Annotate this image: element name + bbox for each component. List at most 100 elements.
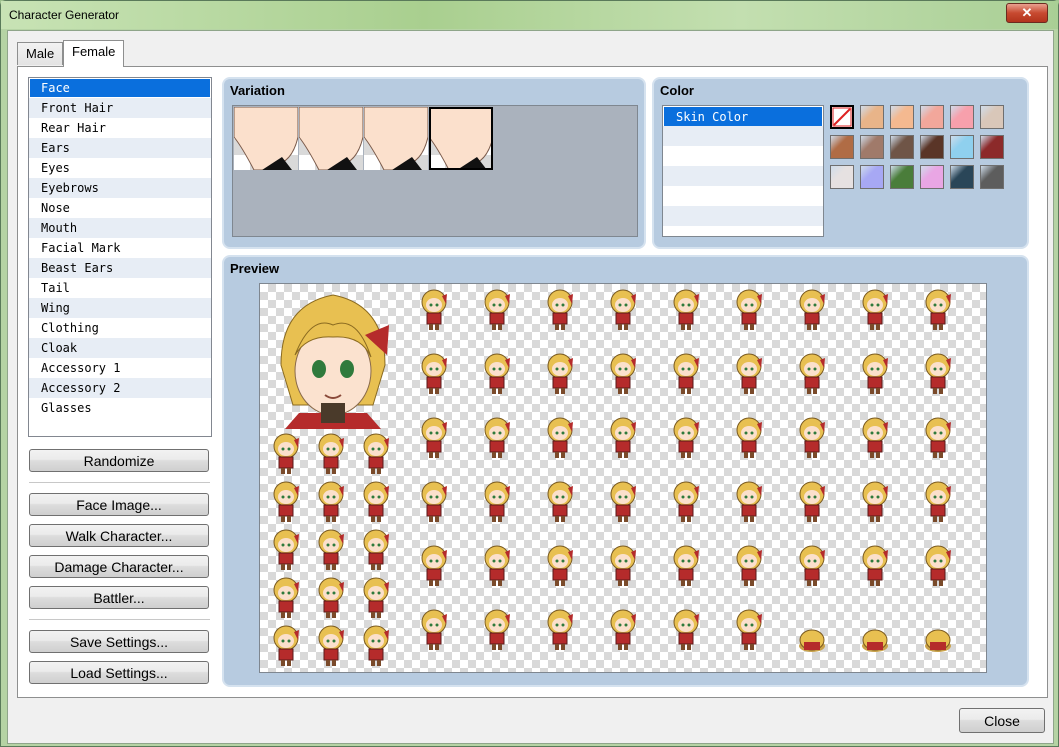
variation-swatch[interactable] <box>364 107 428 170</box>
character-sprite <box>609 416 637 460</box>
character-sprite <box>546 288 574 332</box>
character-sprite <box>362 624 390 668</box>
character-sprite <box>735 608 763 652</box>
character-sprite <box>861 288 889 332</box>
character-sprite <box>924 288 952 332</box>
character-sprite <box>362 528 390 572</box>
title-bar[interactable]: Character Generator ✕ <box>1 1 1058 29</box>
battler-button[interactable]: Battler... <box>29 586 209 609</box>
character-sprite <box>272 432 300 476</box>
color-list-empty-row <box>663 206 823 226</box>
character-sprite <box>735 352 763 396</box>
character-sprite <box>798 352 826 396</box>
palette-swatch[interactable] <box>950 135 974 159</box>
character-sprite <box>861 480 889 524</box>
character-sprite <box>924 608 952 652</box>
face-image-button[interactable]: Face Image... <box>29 493 209 516</box>
load-settings-button[interactable]: Load Settings... <box>29 661 209 684</box>
character-sprite <box>546 416 574 460</box>
parts-list-item[interactable]: Accessory 1 <box>29 358 211 378</box>
parts-list-item[interactable]: Beast Ears <box>29 258 211 278</box>
parts-list-item[interactable]: Glasses <box>29 398 211 418</box>
palette-swatch[interactable] <box>890 135 914 159</box>
parts-list-item[interactable]: Rear Hair <box>29 118 211 138</box>
color-list-item[interactable]: Skin Color <box>664 107 822 126</box>
palette-swatch[interactable] <box>920 135 944 159</box>
parts-list-item[interactable]: Tail <box>29 278 211 298</box>
character-sprite <box>483 352 511 396</box>
palette-swatch[interactable] <box>830 135 854 159</box>
character-sprite <box>483 544 511 588</box>
preview-group: Preview <box>222 255 1029 687</box>
character-sprite <box>272 624 300 668</box>
parts-list-item[interactable]: Eyes <box>29 158 211 178</box>
character-sprite <box>924 544 952 588</box>
separator <box>29 482 210 483</box>
color-list-empty-row <box>663 186 823 206</box>
color-label: Color <box>660 83 694 98</box>
palette-swatch[interactable] <box>860 165 884 189</box>
palette-swatch[interactable] <box>920 165 944 189</box>
character-sprite <box>317 480 345 524</box>
character-sprite <box>861 416 889 460</box>
walk-character-button[interactable]: Walk Character... <box>29 524 209 547</box>
character-sprite <box>546 480 574 524</box>
palette-swatch[interactable] <box>950 165 974 189</box>
character-sprite <box>672 416 700 460</box>
parts-list-item[interactable]: Face <box>30 79 210 97</box>
variation-swatches <box>232 105 638 237</box>
parts-list-item[interactable]: Wing <box>29 298 211 318</box>
variation-swatch[interactable] <box>429 107 493 170</box>
character-sprite <box>317 432 345 476</box>
parts-list-item[interactable]: Clothing <box>29 318 211 338</box>
color-list[interactable]: Skin Color <box>662 105 824 237</box>
parts-list-item[interactable]: Accessory 2 <box>29 378 211 398</box>
preview-label: Preview <box>230 261 280 276</box>
character-sprite <box>672 544 700 588</box>
character-sprite <box>483 480 511 524</box>
palette-swatch[interactable] <box>860 105 884 129</box>
palette-swatch[interactable] <box>980 165 1004 189</box>
client-area: Male Female Face Front Hair Rear Hair Ears E… <box>7 30 1054 744</box>
variation-label: Variation <box>230 83 285 98</box>
palette-swatch[interactable] <box>980 105 1004 129</box>
palette-swatch[interactable] <box>830 165 854 189</box>
character-sprite <box>735 416 763 460</box>
variation-swatch[interactable] <box>299 107 363 170</box>
character-sprite <box>317 576 345 620</box>
character-sprite <box>672 288 700 332</box>
character-sprite <box>317 624 345 668</box>
window-close-button[interactable]: ✕ <box>1006 3 1048 23</box>
close-button[interactable]: Close <box>959 708 1045 733</box>
character-sprite <box>672 352 700 396</box>
character-sprite <box>317 528 345 572</box>
palette-swatch[interactable] <box>950 105 974 129</box>
character-sprite <box>735 544 763 588</box>
parts-list[interactable]: Face Front Hair Rear Hair Ears Eyes Eyebrows N… <box>28 77 212 437</box>
randomize-button[interactable]: Randomize <box>29 449 209 472</box>
palette-swatch[interactable] <box>890 165 914 189</box>
character-sprite <box>272 528 300 572</box>
save-settings-button[interactable]: Save Settings... <box>29 630 209 653</box>
character-sprite <box>735 480 763 524</box>
damage-character-button[interactable]: Damage Character... <box>29 555 209 578</box>
parts-list-item[interactable]: Facial Mark <box>29 238 211 258</box>
parts-list-item[interactable]: Ears <box>29 138 211 158</box>
parts-list-item[interactable]: Mouth <box>29 218 211 238</box>
palette-swatch[interactable] <box>890 105 914 129</box>
parts-list-item[interactable]: Nose <box>29 198 211 218</box>
palette-swatch[interactable] <box>920 105 944 129</box>
character-sprite <box>362 432 390 476</box>
parts-list-item[interactable]: Front Hair <box>29 98 211 118</box>
variation-swatch[interactable] <box>234 107 298 170</box>
palette-swatch[interactable] <box>860 135 884 159</box>
parts-list-item[interactable]: Cloak <box>29 338 211 358</box>
character-sprite <box>272 576 300 620</box>
palette-swatch[interactable] <box>830 105 854 129</box>
character-sprite <box>861 352 889 396</box>
palette-swatch[interactable] <box>980 135 1004 159</box>
parts-list-item[interactable]: Eyebrows <box>29 178 211 198</box>
tab-female[interactable]: Female <box>63 40 125 67</box>
tab-male[interactable]: Male <box>17 42 64 65</box>
character-sprite <box>546 544 574 588</box>
